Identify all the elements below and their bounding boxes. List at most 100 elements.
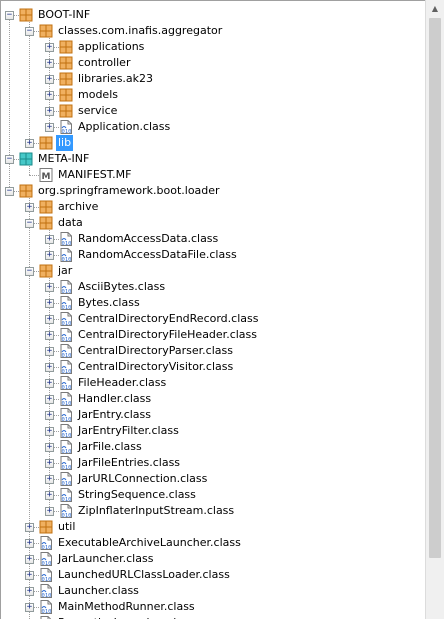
tree-node-label[interactable]: MANIFEST.MF [56, 167, 133, 183]
expand-toggle-icon[interactable]: + [25, 539, 34, 548]
collapse-toggle-icon[interactable]: − [5, 11, 14, 20]
expand-toggle-icon[interactable]: + [45, 459, 54, 468]
expand-toggle-icon[interactable]: + [45, 59, 54, 68]
expand-toggle-icon[interactable]: + [45, 283, 54, 292]
tree-node-label[interactable]: CentralDirectoryVisitor.class [76, 359, 235, 375]
tree-node[interactable]: − org.springframework.boot.loader [1, 183, 421, 199]
expand-toggle-icon[interactable]: + [45, 363, 54, 372]
tree-node[interactable]: +010 CentralDirectoryFileHeader.class [1, 327, 421, 343]
tree-node[interactable]: − jar [1, 263, 421, 279]
tree-node-label[interactable]: JarURLConnection.class [76, 471, 209, 487]
scroll-up-arrow-icon[interactable]: ▲ [426, 0, 444, 17]
tree-node-label[interactable]: FileHeader.class [76, 375, 168, 391]
tree-node-label[interactable]: models [76, 87, 120, 103]
tree-node[interactable]: + service [1, 103, 421, 119]
tree-node-label[interactable]: ZipInflaterInputStream.class [76, 503, 236, 519]
expand-toggle-icon[interactable]: + [45, 395, 54, 404]
expand-toggle-icon[interactable]: + [45, 475, 54, 484]
expand-toggle-icon[interactable]: + [45, 491, 54, 500]
tree-node[interactable]: +010 StringSequence.class [1, 487, 421, 503]
expand-toggle-icon[interactable]: + [25, 571, 34, 580]
expand-toggle-icon[interactable]: + [25, 523, 34, 532]
tree-node[interactable]: +010 CentralDirectoryVisitor.class [1, 359, 421, 375]
tree-node-label[interactable]: CentralDirectoryParser.class [76, 343, 235, 359]
tree-node-label[interactable]: JarEntry.class [76, 407, 153, 423]
collapse-toggle-icon[interactable]: − [25, 27, 34, 36]
tree-node-label[interactable]: LaunchedURLClassLoader.class [56, 567, 232, 583]
expand-toggle-icon[interactable]: + [45, 379, 54, 388]
tree-node[interactable]: +010 JarURLConnection.class [1, 471, 421, 487]
tree-node-label[interactable]: libraries.ak23 [76, 71, 155, 87]
expand-toggle-icon[interactable]: + [45, 75, 54, 84]
tree-node-label[interactable]: org.springframework.boot.loader [36, 183, 222, 199]
tree-node[interactable]: +010 JarLauncher.class [1, 551, 421, 567]
expand-toggle-icon[interactable]: + [45, 123, 54, 132]
tree-node[interactable]: +010 RandomAccessDataFile.class [1, 247, 421, 263]
tree-node[interactable]: − classes.com.inafis.aggregator [1, 23, 421, 39]
tree-node-label[interactable]: jar [56, 263, 74, 279]
expand-toggle-icon[interactable]: + [45, 411, 54, 420]
tree-node[interactable]: +010 CentralDirectoryParser.class [1, 343, 421, 359]
tree-node[interactable]: +010 ZipInflaterInputStream.class [1, 503, 421, 519]
expand-toggle-icon[interactable]: + [45, 43, 54, 52]
tree-node[interactable]: − data [1, 215, 421, 231]
tree-node-label[interactable]: BOOT-INF [36, 7, 92, 23]
expand-toggle-icon[interactable]: + [45, 299, 54, 308]
expand-toggle-icon[interactable]: + [45, 315, 54, 324]
tree-node[interactable]: + models [1, 87, 421, 103]
tree-node-label[interactable]: Launcher.class [56, 583, 141, 599]
tree-node-label[interactable]: META-INF [36, 151, 91, 167]
tree-node-label[interactable]: ExecutableArchiveLauncher.class [56, 535, 243, 551]
tree-node-label[interactable]: AsciiBytes.class [76, 279, 167, 295]
collapse-toggle-icon[interactable]: − [25, 267, 34, 276]
tree-node-label[interactable]: lib [56, 135, 74, 151]
tree-node-label[interactable]: JarEntryFilter.class [76, 423, 181, 439]
collapse-toggle-icon[interactable]: − [5, 187, 14, 196]
tree-node-label[interactable]: Bytes.class [76, 295, 142, 311]
tree-node[interactable]: + applications [1, 39, 421, 55]
tree-node-label[interactable]: JarLauncher.class [56, 551, 155, 567]
tree-node-label[interactable]: StringSequence.class [76, 487, 198, 503]
tree-node-label[interactable]: Handler.class [76, 391, 153, 407]
tree-node-label[interactable]: archive [56, 199, 100, 215]
collapse-toggle-icon[interactable]: − [5, 155, 14, 164]
tree-node[interactable]: +010 JarFileEntries.class [1, 455, 421, 471]
tree-node-label[interactable]: applications [76, 39, 146, 55]
tree-node[interactable]: − BOOT-INF [1, 7, 421, 23]
tree-node[interactable]: + util [1, 519, 421, 535]
expand-toggle-icon[interactable]: + [45, 347, 54, 356]
expand-toggle-icon[interactable]: + [45, 507, 54, 516]
tree-node[interactable]: − META-INF [1, 151, 421, 167]
collapse-toggle-icon[interactable]: − [25, 219, 34, 228]
tree-node-label[interactable]: JarFile.class [76, 439, 144, 455]
tree-node[interactable]: + libraries.ak23 [1, 71, 421, 87]
tree-node[interactable]: + controller [1, 55, 421, 71]
tree-node[interactable]: +010 LaunchedURLClassLoader.class [1, 567, 421, 583]
tree-node-label[interactable]: data [56, 215, 85, 231]
tree-node-label[interactable]: MainMethodRunner.class [56, 599, 197, 615]
expand-toggle-icon[interactable]: + [45, 91, 54, 100]
expand-toggle-icon[interactable]: + [25, 587, 34, 596]
tree-node-label[interactable]: Application.class [76, 119, 172, 135]
tree-node[interactable]: +010 RandomAccessData.class [1, 231, 421, 247]
tree-node[interactable]: +010 MainMethodRunner.class [1, 599, 421, 615]
tree-node[interactable]: + lib [1, 135, 421, 151]
expand-toggle-icon[interactable]: + [25, 603, 34, 612]
tree-node-label[interactable]: classes.com.inafis.aggregator [56, 23, 224, 39]
tree-node[interactable]: +010 Handler.class [1, 391, 421, 407]
tree-node[interactable]: +010 JarFile.class [1, 439, 421, 455]
tree-node[interactable]: +010 Bytes.class [1, 295, 421, 311]
tree-node-label[interactable]: CentralDirectoryFileHeader.class [76, 327, 259, 343]
tree-node[interactable]: +010 FileHeader.class [1, 375, 421, 391]
tree-node[interactable]: +010 ExecutableArchiveLauncher.class [1, 535, 421, 551]
tree-node[interactable]: +010 CentralDirectoryEndRecord.class [1, 311, 421, 327]
tree-node-label[interactable]: PropertiesLauncher.class [56, 615, 197, 619]
tree-node-label[interactable]: CentralDirectoryEndRecord.class [76, 311, 260, 327]
tree-node-label[interactable]: RandomAccessDataFile.class [76, 247, 239, 263]
scrollbar-thumb[interactable] [429, 18, 441, 558]
expand-toggle-icon[interactable]: + [45, 427, 54, 436]
tree-node[interactable]: M MANIFEST.MF [1, 167, 421, 183]
tree-node[interactable]: +010 JarEntry.class [1, 407, 421, 423]
expand-toggle-icon[interactable]: + [45, 235, 54, 244]
vertical-scrollbar[interactable]: ▲ [425, 0, 444, 619]
